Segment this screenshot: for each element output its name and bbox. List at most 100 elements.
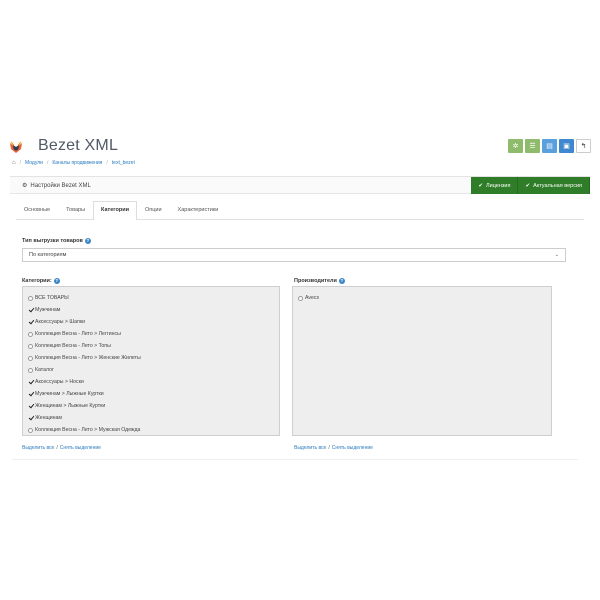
help-icon[interactable]: ?: [84, 238, 91, 244]
list-item[interactable]: Женщинам > Лыжные Куртки: [28, 403, 105, 409]
status-buttons: ✔ Лицензия ✔ Актуальная версия: [471, 177, 590, 194]
license-label: Лицензия: [486, 182, 511, 189]
version-button[interactable]: ✔ Актуальная версия: [518, 177, 590, 194]
tab-main[interactable]: Основные: [16, 201, 58, 219]
list-item-label: Avecs: [305, 295, 320, 301]
save-icon: ▣: [563, 142, 570, 150]
list-item-label: Мужчинам: [35, 307, 61, 313]
list-item[interactable]: Коллекция Весна - Лето > Мужская Одежда: [28, 427, 140, 433]
manufacturers-select-links: Выделить все / Снять выделение: [294, 445, 373, 451]
back-icon: ↰: [580, 142, 587, 150]
list-item[interactable]: Аксессуары > Шапки: [28, 319, 85, 325]
list-item-label: Коллекция Весна - Лето > Топы: [35, 343, 111, 349]
list-item-label: Коллекция Весна - Лето > Мужская Одежда: [35, 427, 141, 433]
list-item[interactable]: Коллекция Весна - Лето > Топы: [28, 343, 111, 349]
checkbox[interactable]: [28, 331, 33, 337]
gear-icon: ⚙: [22, 183, 28, 189]
list-item[interactable]: Мужчинам: [28, 307, 60, 313]
manufacturers-label: Производители ?: [294, 278, 345, 284]
home-icon[interactable]: ⌂: [12, 160, 16, 166]
list-item-label: ВСЕ ТОВАРЫ: [35, 295, 69, 301]
tab-bar: Основные Товары Категории Опции Характер…: [16, 201, 584, 220]
license-button[interactable]: ✔ Лицензия: [471, 177, 519, 194]
checkbox[interactable]: [28, 295, 33, 301]
breadcrumb-separator: /: [106, 160, 108, 166]
export-type-select[interactable]: По категориям ⌄: [22, 248, 566, 262]
list-item-label: Женщинам: [35, 415, 62, 421]
breadcrumb-item-channels[interactable]: Каналы продвижения: [52, 160, 102, 166]
export-type-label-text: Тип выгрузки товаров: [22, 238, 83, 244]
list-item[interactable]: Avecs: [298, 295, 319, 301]
checkbox[interactable]: [28, 308, 33, 313]
header: Bezet XML ✲ ☰ ▤ ▣ ↰: [0, 130, 600, 164]
tab-products[interactable]: Товары: [58, 201, 93, 219]
back-button[interactable]: ↰: [576, 139, 591, 153]
check-icon: ✔: [525, 182, 531, 189]
chevron-down-icon: ⌄: [554, 252, 559, 258]
categories-deselect-link[interactable]: Снять выделение: [60, 445, 101, 451]
categories-label: Категории: ?: [22, 278, 60, 284]
categories-select-all-link[interactable]: Выделить все: [22, 445, 54, 451]
breadcrumb-item-modules[interactable]: Модули: [25, 160, 43, 166]
tab-categories[interactable]: Категории: [93, 201, 137, 220]
categories-select-links: Выделить все / Снять выделение: [22, 445, 101, 451]
list-button[interactable]: ☰: [525, 139, 540, 153]
list-item-label: Каталог: [35, 367, 54, 373]
checkbox[interactable]: [28, 343, 33, 349]
divider: [12, 459, 578, 460]
copy-icon: ▤: [546, 142, 553, 150]
checkbox[interactable]: [28, 404, 33, 409]
list-item[interactable]: Каталог: [28, 367, 54, 373]
link-separator: /: [328, 445, 330, 451]
settings-icon: ✲: [512, 142, 519, 150]
checkbox[interactable]: [28, 427, 33, 433]
manufacturers-label-text: Производители: [294, 278, 337, 284]
header-button-group: ✲ ☰ ▤ ▣ ↰: [508, 139, 591, 153]
checkbox[interactable]: [28, 320, 33, 325]
manufacturers-deselect-link[interactable]: Снять выделение: [332, 445, 373, 451]
help-icon[interactable]: ?: [338, 278, 345, 284]
manufacturers-select-all-link[interactable]: Выделить все: [294, 445, 326, 451]
copy-button[interactable]: ▤: [542, 139, 557, 153]
tab-options[interactable]: Опции: [137, 201, 170, 219]
list-item-label: Аксессуары > Шапки: [35, 319, 86, 325]
checkbox[interactable]: [28, 392, 33, 397]
panel-title: ⚙ Настройки Bezet XML: [22, 182, 91, 190]
list-item[interactable]: Женщинам: [28, 415, 62, 421]
breadcrumb-item-current[interactable]: text_bezet: [112, 160, 135, 166]
export-type-value: По категориям: [29, 252, 67, 258]
list-item[interactable]: ВСЕ ТОВАРЫ: [28, 295, 69, 301]
list-item[interactable]: Мужчинам > Лыжные Куртки: [28, 391, 104, 397]
checkbox[interactable]: [28, 416, 33, 421]
logo-icon: [10, 141, 22, 153]
check-icon: ✔: [478, 182, 484, 189]
list-icon: ☰: [529, 142, 536, 150]
list-item[interactable]: Аксессуары > Носки: [28, 379, 84, 385]
panel-heading: ⚙ Настройки Bezet XML ✔ Лицензия ✔ Актуа…: [10, 177, 590, 194]
help-icon[interactable]: ?: [53, 278, 60, 284]
page: Bezet XML ✲ ☰ ▤ ▣ ↰ ⌂ / Модули / Каналы …: [0, 130, 600, 460]
categories-label-text: Категории:: [22, 278, 52, 284]
list-item-label: Коллекция Весна - Лето > Женские Жилеты: [35, 355, 141, 361]
app-title: Bezet XML: [38, 137, 119, 154]
save-button[interactable]: ▣: [559, 139, 574, 153]
list-item[interactable]: Коллекция Весна - Лето > Леггинсы: [28, 331, 121, 337]
list-item-label: Аксессуары > Носки: [35, 379, 84, 385]
list-item-label: Мужчинам > Лыжные Куртки: [35, 391, 104, 397]
breadcrumb-separator: /: [19, 160, 22, 166]
settings-button[interactable]: ✲: [508, 139, 523, 153]
checkbox[interactable]: [28, 380, 33, 385]
tab-attributes[interactable]: Характеристики: [170, 201, 227, 219]
list-item[interactable]: Коллекция Весна - Лето > Женские Жилеты: [28, 355, 141, 361]
version-label: Актуальная версия: [533, 182, 582, 189]
link-separator: /: [56, 445, 58, 451]
checkbox[interactable]: [28, 355, 33, 361]
checkbox[interactable]: [298, 295, 303, 301]
checkbox[interactable]: [28, 367, 33, 373]
categories-list[interactable]: ВСЕ ТОВАРЫ Мужчинам Аксессуары > Шапки К…: [22, 286, 280, 436]
breadcrumb-separator: /: [46, 160, 49, 166]
export-type-label: Тип выгрузки товаров ?: [22, 238, 91, 244]
panel-title-text: Настройки Bezet XML: [30, 182, 91, 189]
list-item-label: Женщинам > Лыжные Куртки: [35, 403, 106, 409]
manufacturers-list[interactable]: Avecs: [292, 286, 552, 436]
